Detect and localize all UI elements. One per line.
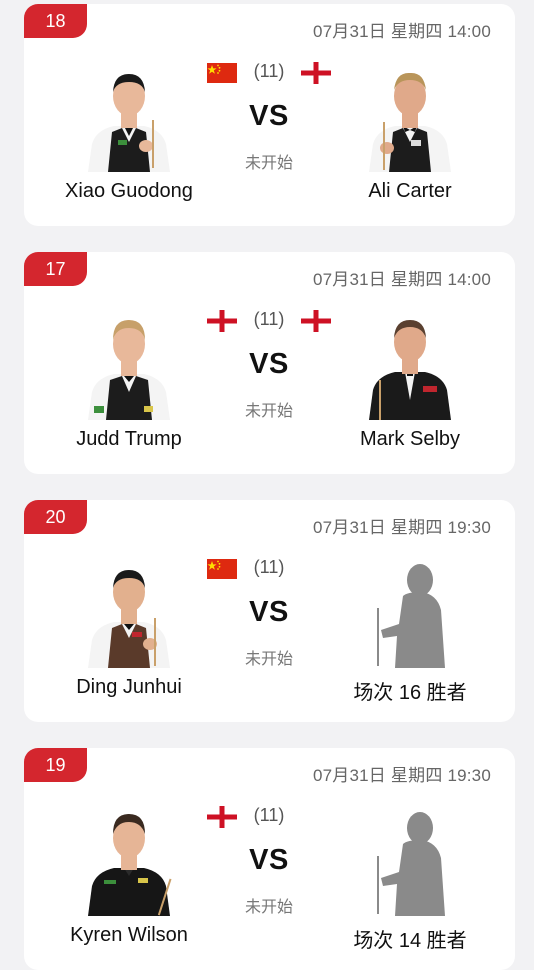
placeholder-silhouette-icon <box>377 812 445 916</box>
player-name: 场次 16 胜者 <box>353 682 467 704</box>
match-card[interactable]: 19 07月31日 星期四 19:30 Kyren Wilson (11) VS… <box>24 748 515 970</box>
player-name: Kyren Wilson <box>70 924 188 946</box>
match-datetime: 07月31日 星期四 19:30 <box>312 518 491 537</box>
player-left[interactable]: Judd Trump <box>39 310 219 460</box>
player-left[interactable]: Ding Junhui <box>39 558 219 708</box>
player-left[interactable]: Xiao Guodong <box>39 62 219 212</box>
china-flag-icon <box>207 63 237 83</box>
player-photo <box>88 814 172 916</box>
player-name: Ali Carter <box>368 180 452 202</box>
match-status: 未开始 <box>244 899 293 916</box>
placeholder-silhouette-icon <box>377 564 445 668</box>
player-right[interactable]: Mark Selby <box>320 310 500 460</box>
player-left[interactable]: Kyren Wilson <box>39 806 219 956</box>
match-datetime: 07月31日 星期四 14:00 <box>312 22 491 41</box>
match-status: 未开始 <box>244 651 293 668</box>
match-number-badge: 17 <box>24 252 87 286</box>
match-datetime: 07月31日 星期四 19:30 <box>312 766 491 785</box>
frames-count: (11) <box>253 805 285 825</box>
player-name: Ding Junhui <box>76 676 182 698</box>
player-photo <box>88 320 170 420</box>
player-name: Mark Selby <box>359 428 461 450</box>
vs-label: VS <box>249 596 289 628</box>
frames-count: (11) <box>253 309 285 329</box>
match-datetime: 07月31日 星期四 14:00 <box>312 270 491 289</box>
match-number-badge: 18 <box>24 4 87 38</box>
vs-label: VS <box>249 348 289 380</box>
vs-label: VS <box>249 100 289 132</box>
match-card[interactable]: 20 07月31日 星期四 19:30 Ding Junhui (11) VS … <box>24 500 515 722</box>
china-flag-icon <box>207 559 237 579</box>
match-card[interactable]: 17 07月31日 星期四 14:00 Judd Trump (11) VS 未… <box>24 252 515 474</box>
england-flag-icon <box>207 806 237 828</box>
match-card[interactable]: 18 07月31日 星期四 14:00 Xiao Guodong (11) VS… <box>24 4 515 226</box>
player-name: Judd Trump <box>76 428 182 450</box>
player-right[interactable]: 场次 16 胜者 <box>320 558 500 708</box>
player-name: 场次 14 胜者 <box>353 930 467 952</box>
player-photo <box>369 72 451 172</box>
frames-count: (11) <box>253 557 285 577</box>
player-right[interactable]: 场次 14 胜者 <box>320 806 500 956</box>
frames-count: (11) <box>253 61 285 81</box>
match-status: 未开始 <box>244 403 293 420</box>
vs-label: VS <box>249 844 289 876</box>
match-status: 未开始 <box>244 155 293 172</box>
player-right[interactable]: Ali Carter <box>320 62 500 212</box>
player-photo <box>88 570 170 668</box>
player-name: Xiao Guodong <box>65 180 193 202</box>
england-flag-icon <box>207 310 237 332</box>
player-photo <box>369 320 451 420</box>
match-number-badge: 20 <box>24 500 87 534</box>
player-photo <box>88 74 170 172</box>
match-number-badge: 19 <box>24 748 87 782</box>
